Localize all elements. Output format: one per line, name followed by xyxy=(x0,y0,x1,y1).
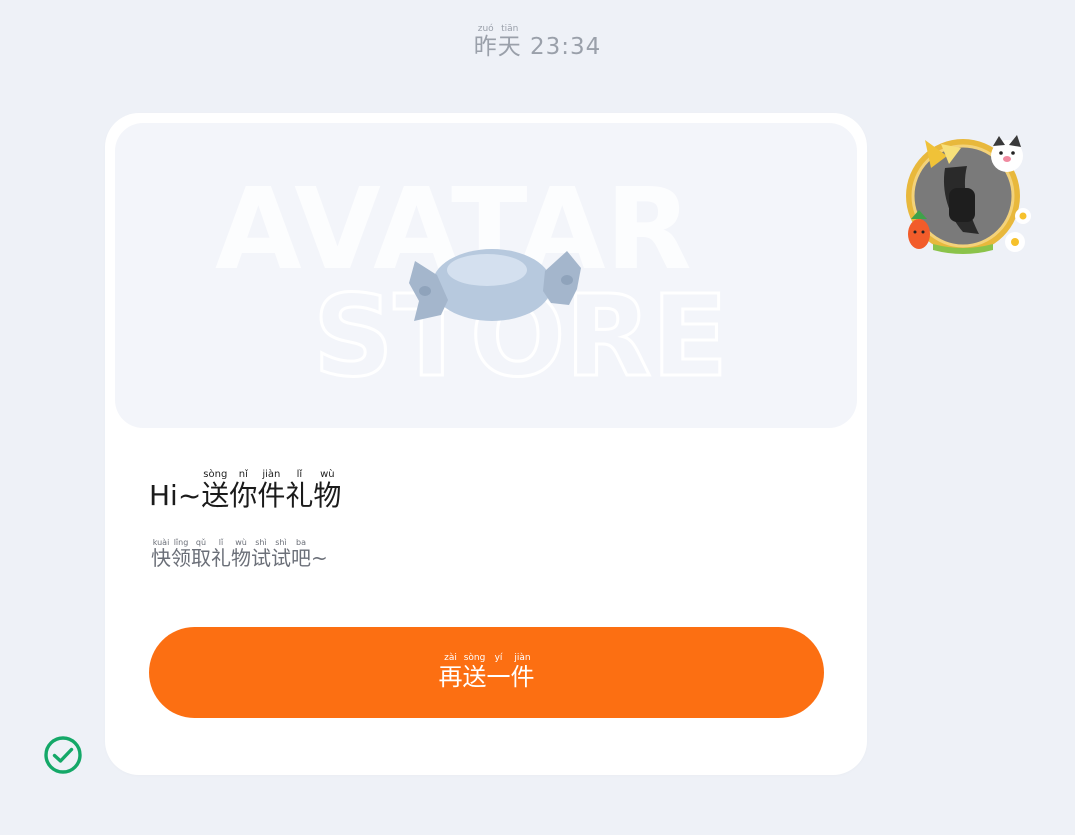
subtitle-char: 试shì xyxy=(271,538,291,570)
button-char: 件jiàn xyxy=(510,653,535,691)
subtitle-char: 试shì xyxy=(251,538,271,570)
title-char: 件jiàn xyxy=(257,469,286,512)
gift-banner: AVATAR STORE xyxy=(115,123,857,428)
avatar-image xyxy=(906,135,1031,254)
gift-message-card[interactable]: AVATAR STORE Hi~送sòng你nǐ件jiàn礼lǐ物wù 快kuà… xyxy=(105,113,867,775)
gift-subtitle: 快kuài领lǐng取qǔ礼lǐ物wù试shì试shì吧ba~ xyxy=(151,538,328,571)
timestamp-day-char: 天tiān xyxy=(497,24,522,60)
button-char: 送sòng xyxy=(462,653,487,691)
title-char: 你nǐ xyxy=(229,469,258,512)
subtitle-char: 取qǔ xyxy=(191,538,211,570)
timestamp-day-char: 昨zuó xyxy=(473,24,498,60)
title-char: 送sòng xyxy=(201,469,230,512)
send-another-button[interactable]: 再zài 送sòng 一yí 件jiàn xyxy=(149,627,824,718)
subtitle-char: 礼lǐ xyxy=(211,538,231,570)
subtitle-char: 快kuài xyxy=(151,538,171,570)
subtitle-char: 物wù xyxy=(231,538,251,570)
button-char: 再zài xyxy=(438,653,463,691)
subtitle-char: 吧ba xyxy=(291,538,311,570)
subtitle-char: 领lǐng xyxy=(171,538,191,570)
timestamp-time: 23:34 xyxy=(530,34,602,60)
gift-title: Hi~送sòng你nǐ件jiàn礼lǐ物wù xyxy=(149,469,341,514)
title-char: 礼lǐ xyxy=(285,469,314,512)
message-timestamp: 昨zuó天tiān 23:34 xyxy=(0,24,1075,61)
gift-image: AVATAR STORE xyxy=(215,165,730,404)
subtitle-suffix: ~ xyxy=(311,546,328,570)
button-char: 一yí xyxy=(486,653,511,691)
check-circle-icon xyxy=(43,735,83,775)
user-avatar[interactable] xyxy=(897,126,1032,261)
title-char: 物wù xyxy=(313,469,342,512)
title-greeting: Hi~ xyxy=(149,479,202,512)
